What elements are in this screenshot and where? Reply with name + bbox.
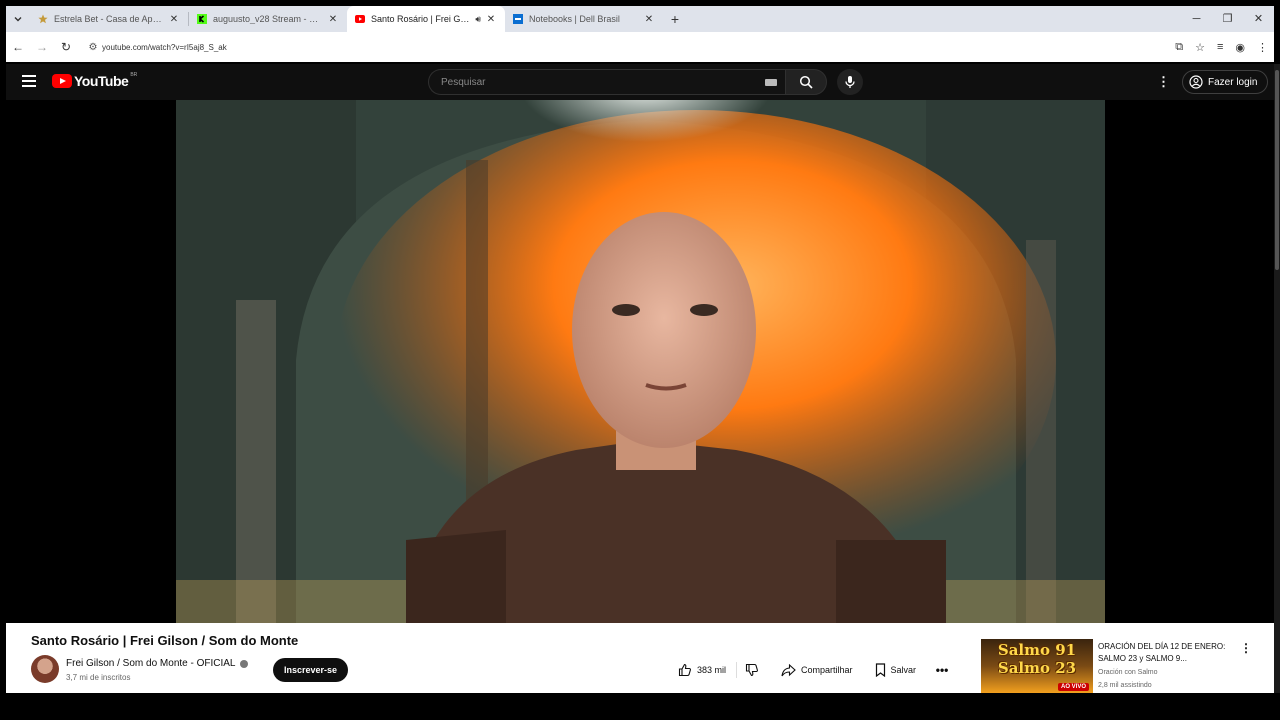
tab-youtube-active[interactable]: Santo Rosário | Frei Gilson / 🔊︎ ✕ [347,6,505,32]
star-icon [38,14,48,24]
dislike-button[interactable] [737,658,768,682]
search-button[interactable] [785,69,827,95]
close-icon[interactable]: ✕ [643,14,655,25]
tab-title: Notebooks | Dell Brasil [529,14,620,24]
site-info-icon[interactable]: ⚙︎ [84,42,102,53]
tab-title: auguusto_v28 Stream - Kick Dash [213,14,323,24]
save-label: Salvar [890,665,917,675]
settings-kebab-icon[interactable]: ⋮ [1157,74,1170,90]
like-button[interactable]: 383 mil [670,658,737,682]
reload-icon[interactable]: ↻ [54,40,78,54]
account-circle-icon [1189,75,1203,89]
close-icon[interactable]: ✕ [327,14,339,25]
back-arrow-icon[interactable]: ← [6,40,30,54]
youtube-play-icon [52,74,72,88]
thumb-text-line1: Salmo 91 [997,641,1077,659]
recommendation-viewers: 2,8 mil assistindo [1098,682,1152,689]
signin-button[interactable]: Fazer login [1182,70,1269,94]
like-dislike-group: 383 mil [670,658,768,682]
new-tab-button[interactable]: + [663,11,687,27]
recommendation-menu-icon[interactable]: ⋮ [1240,641,1252,655]
thumb-text-line2: Salmo 23 [997,659,1077,677]
voice-search-button[interactable] [837,69,863,95]
tab-title: Santo Rosário | Frei Gilson / [371,14,471,24]
close-icon[interactable]: ✕ [168,14,180,25]
dell-icon [513,14,523,24]
minimize-icon[interactable]: ─ [1181,6,1212,32]
youtube-masthead: YouTube BR ⋮ Fazer login [6,64,1274,100]
window-controls: ─ ❐ ✕ [1181,6,1274,32]
browser-tabstrip: Estrela Bet - Casa de Aposta Esp ✕ auguu… [6,6,1274,32]
keyboard-icon[interactable] [765,78,777,86]
bookmark-icon [875,663,885,677]
channel-name-row[interactable]: Frei Gilson / Som do Monte - OFICIAL [66,658,248,669]
like-count: 383 mil [697,665,727,675]
verified-badge-icon [239,659,248,668]
tab-title: Estrela Bet - Casa de Aposta Esp [54,14,164,24]
forward-arrow-icon[interactable]: → [30,40,54,54]
subscriber-count: 3,7 mi de inscritos [66,673,131,682]
search-box [428,69,785,95]
install-app-icon[interactable]: ⧉ [1175,41,1183,54]
toolbar-actions: ⧉ ☆ ≡ ◉ ⋮ [1175,41,1274,54]
video-player[interactable] [6,100,1274,623]
video-frame[interactable] [176,100,1105,623]
address-bar[interactable]: ⚙︎ youtube.com/watch?v=rI5aj8_S_ak [84,36,1144,58]
search-icon [799,75,813,89]
tab-kick-stream[interactable]: auguusto_v28 Stream - Kick Dash ✕ [189,6,347,32]
channel-name[interactable]: Frei Gilson / Som do Monte - OFICIAL [66,658,236,669]
more-horizontal-icon: ••• [935,663,949,677]
share-label: Compartilhar [801,665,853,675]
speaker-icon[interactable]: 🔊︎ [475,14,481,25]
youtube-logo[interactable]: YouTube BR [52,72,138,89]
video-title: Santo Rosário | Frei Gilson / Som do Mon… [31,633,299,648]
live-badge: AO VIVO [1057,683,1089,691]
country-code: BR [130,72,138,78]
tab-search-button[interactable] [6,7,30,31]
microphone-icon [845,76,855,88]
close-icon[interactable]: ✕ [485,14,497,25]
recommendation-thumbnail[interactable]: Salmo 91 Salmo 23 AO VIVO [981,639,1093,693]
tab-estrela-bet[interactable]: Estrela Bet - Casa de Aposta Esp ✕ [30,6,188,32]
youtube-icon [355,14,365,24]
browser-toolbar: ← → ↻ ⚙︎ youtube.com/watch?v=rI5aj8_S_ak… [6,32,1274,62]
recommendation-title[interactable]: ORACIÓN DEL DÍA 12 DE ENERO: SALMO 23 y … [1098,641,1238,665]
save-button[interactable]: Salvar [866,658,925,682]
scrollbar-thumb[interactable] [1275,70,1279,270]
share-button[interactable]: Compartilhar [773,658,861,682]
profile-icon[interactable]: ◉ [1235,41,1245,54]
url-text: youtube.com/watch?v=rI5aj8_S_ak [102,42,227,52]
recommendation-channel[interactable]: Oración con Salmo [1098,669,1158,676]
restore-icon[interactable]: ❐ [1212,6,1243,32]
share-arrow-icon [781,663,796,676]
reading-list-icon[interactable]: ≡ [1217,41,1223,53]
video-actions: 383 mil Compartilhar Salvar ••• [670,658,955,682]
thumbs-up-icon [678,663,691,677]
page-scrollbar[interactable] [1274,64,1280,693]
bookmark-star-icon[interactable]: ☆ [1195,41,1205,54]
logo-text: YouTube [74,73,129,89]
hamburger-menu-icon[interactable] [22,75,36,87]
channel-avatar[interactable] [31,655,59,683]
more-actions-button[interactable]: ••• [930,658,955,682]
kick-icon [197,14,207,24]
thumbs-down-icon [745,663,759,677]
subscribe-button[interactable]: Inscrever-se [273,658,349,682]
browser-menu-icon[interactable]: ⋮ [1257,41,1268,54]
tab-dell[interactable]: Notebooks | Dell Brasil ✕ [505,6,663,32]
signin-label: Fazer login [1208,76,1258,88]
video-still-image [176,100,1105,623]
close-window-icon[interactable]: ✕ [1243,6,1274,32]
search-input[interactable] [429,75,765,89]
chevron-down-icon [14,17,22,22]
video-info-panel: Santo Rosário | Frei Gilson / Som do Mon… [6,623,1274,693]
